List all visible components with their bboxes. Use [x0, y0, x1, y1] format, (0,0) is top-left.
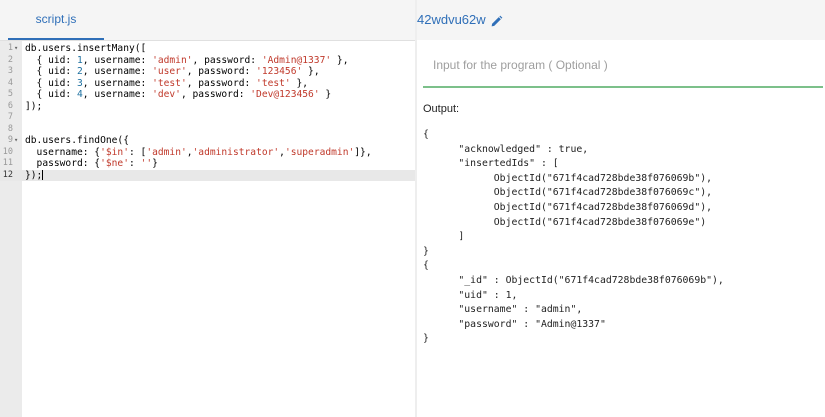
- code-token: , username:: [82, 77, 153, 89]
- text-cursor: [42, 169, 44, 180]
- code-line[interactable]: 11 password: {'$ne': ''}: [0, 158, 415, 170]
- code-token: { uid:: [25, 77, 77, 89]
- pencil-icon[interactable]: [490, 15, 503, 28]
- code-text: db.users.findOne({: [25, 135, 129, 147]
- code-token: : [: [128, 146, 147, 158]
- code-token: { uid:: [25, 54, 77, 66]
- code-token: db.users.insertMany([: [25, 43, 147, 54]
- fold-arrow-icon[interactable]: ▾: [14, 135, 22, 147]
- line-number: 10: [2, 146, 13, 157]
- code-line[interactable]: 1 ▾ db.users.insertMany([: [0, 43, 415, 55]
- line-number: 4: [7, 77, 13, 88]
- code-token: { uid:: [25, 89, 77, 100]
- code-text: db.users.insertMany([: [25, 43, 146, 55]
- snippet-titlebar: 42wdvu62w: [417, 0, 825, 40]
- code-line[interactable]: 8: [0, 124, 415, 136]
- code-text: { uid: 4, username: 'dev', password: 'De…: [25, 89, 332, 101]
- code-line[interactable]: 10 username: {'$in': ['admin','administr…: [0, 147, 415, 159]
- code-token: });: [25, 169, 43, 181]
- string-token: '$ne': [100, 158, 129, 169]
- line-number: 7: [7, 112, 13, 122]
- line-number: 2: [7, 54, 13, 65]
- string-token: 'administrator': [192, 146, 280, 158]
- code-token: }: [152, 158, 158, 169]
- code-token: }: [319, 89, 332, 100]
- code-token: ]);: [25, 100, 43, 112]
- code-token: , password:: [186, 77, 257, 89]
- code-line[interactable]: 9 ▾ db.users.findOne({: [0, 135, 415, 147]
- io-pane: 42wdvu62w Output: { "acknowledged" : tru…: [417, 0, 825, 417]
- code-line[interactable]: 6]);: [0, 101, 415, 113]
- string-token: 'test': [256, 77, 291, 89]
- string-token: 'Admin@1337': [261, 54, 332, 66]
- code-text: });: [25, 169, 44, 182]
- string-token: '$in': [100, 146, 129, 158]
- line-number: 1: [7, 43, 13, 53]
- code-token: , username:: [82, 66, 153, 77]
- output-text: { "acknowledged" : true, "insertedIds" :…: [423, 129, 724, 345]
- string-token: 'user': [152, 66, 187, 77]
- stdin-input[interactable]: [423, 44, 823, 88]
- code-token: ]},: [354, 146, 372, 158]
- code-text: ]);: [25, 101, 42, 113]
- line-number: 3: [7, 66, 13, 76]
- code-text: password: {'$ne': ''}: [25, 158, 158, 170]
- code-line[interactable]: 7: [0, 112, 415, 124]
- line-number: 12: [2, 169, 13, 180]
- string-token: '': [140, 158, 153, 169]
- editor-pane: script.js 1 ▾ db.users.insertMany([2 { uid…: [0, 0, 415, 417]
- string-token: 'test': [152, 77, 187, 89]
- code-token: },: [290, 77, 309, 89]
- code-editor[interactable]: 1 ▾ db.users.insertMany([2 { uid: 1, usern…: [0, 41, 415, 417]
- code-token: :: [128, 158, 141, 169]
- string-token: 'admin': [152, 54, 193, 66]
- string-token: 'superadmin': [284, 146, 355, 158]
- code-text: { uid: 2, username: 'user', password: '1…: [25, 66, 320, 78]
- tab-script-js[interactable]: script.js: [8, 0, 104, 40]
- string-token: 'Dev@123456': [250, 89, 320, 100]
- string-token: 'admin': [146, 146, 187, 158]
- code-line[interactable]: 3 { uid: 2, username: 'user', password: …: [0, 66, 415, 78]
- code-token: username: {: [25, 146, 101, 158]
- editor-tabbar: script.js: [0, 0, 415, 41]
- code-token: , password:: [192, 54, 262, 66]
- code-token: , password:: [180, 89, 251, 100]
- code-line[interactable]: 5 { uid: 4, username: 'dev', password: '…: [0, 89, 415, 101]
- line-number: 11: [2, 158, 13, 168]
- snippet-name: 42wdvu62w: [417, 12, 486, 27]
- code-token: },: [331, 54, 349, 66]
- line-number: 6: [7, 100, 13, 111]
- line-number: 9: [7, 135, 13, 145]
- code-token: , username:: [82, 54, 153, 66]
- code-token: , password:: [186, 66, 257, 77]
- string-token: 'dev': [152, 89, 181, 100]
- code-line[interactable]: 2 { uid: 1, username: 'admin', password:…: [0, 55, 415, 67]
- string-token: '123456': [256, 66, 303, 77]
- line-number: 5: [7, 89, 13, 99]
- code-token: , username:: [82, 89, 153, 100]
- fold-arrow-icon[interactable]: ▾: [14, 43, 22, 55]
- code-token: password: {: [25, 158, 101, 169]
- output-label: Output:: [423, 103, 460, 115]
- code-token: { uid:: [25, 66, 77, 77]
- code-text: { uid: 3, username: 'test', password: 't…: [25, 78, 308, 90]
- code-text: { uid: 1, username: 'admin', password: '…: [25, 54, 349, 67]
- code-token: },: [302, 66, 320, 77]
- code-text: username: {'$in': ['admin','administrato…: [25, 147, 372, 159]
- code-line[interactable]: 12});: [0, 169, 415, 182]
- code-line[interactable]: 4 { uid: 3, username: 'test', password: …: [0, 78, 415, 90]
- code-token: db.users.findOne({: [25, 135, 129, 146]
- line-number: 8: [7, 123, 13, 134]
